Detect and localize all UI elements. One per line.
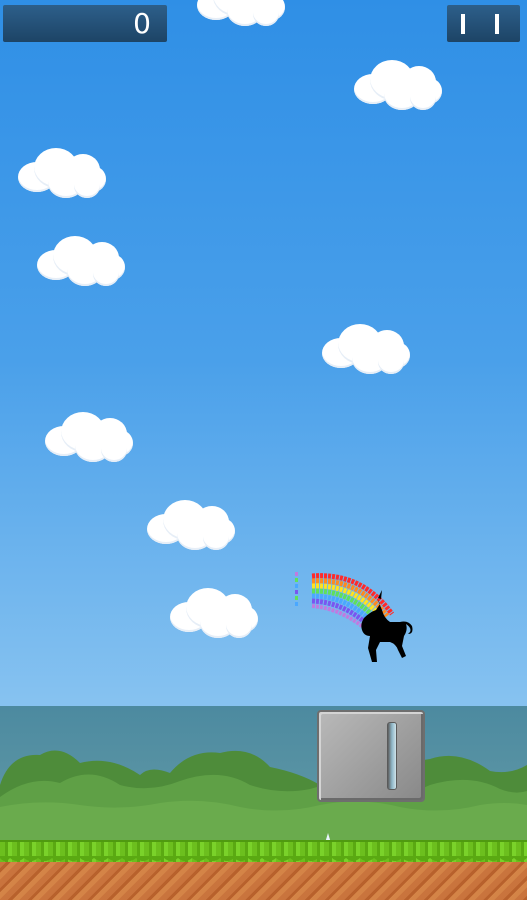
pause-button[interactable] bbox=[447, 5, 520, 42]
cloud bbox=[37, 236, 127, 291]
cloud bbox=[197, 0, 287, 31]
unicorn-player bbox=[295, 572, 413, 662]
grass-edge bbox=[0, 856, 527, 861]
cloud bbox=[354, 60, 444, 115]
game-scene[interactable]: 0 bbox=[0, 0, 527, 900]
obstacle-slot bbox=[387, 722, 397, 790]
cloud bbox=[170, 588, 260, 643]
cloud bbox=[18, 148, 108, 203]
cloud bbox=[322, 324, 412, 379]
cloud bbox=[147, 500, 237, 555]
cloud bbox=[45, 412, 135, 467]
stone-block-obstacle bbox=[317, 710, 425, 802]
hills-background bbox=[0, 750, 527, 845]
score-value: 0 bbox=[133, 7, 151, 40]
score-panel: 0 bbox=[3, 5, 167, 42]
